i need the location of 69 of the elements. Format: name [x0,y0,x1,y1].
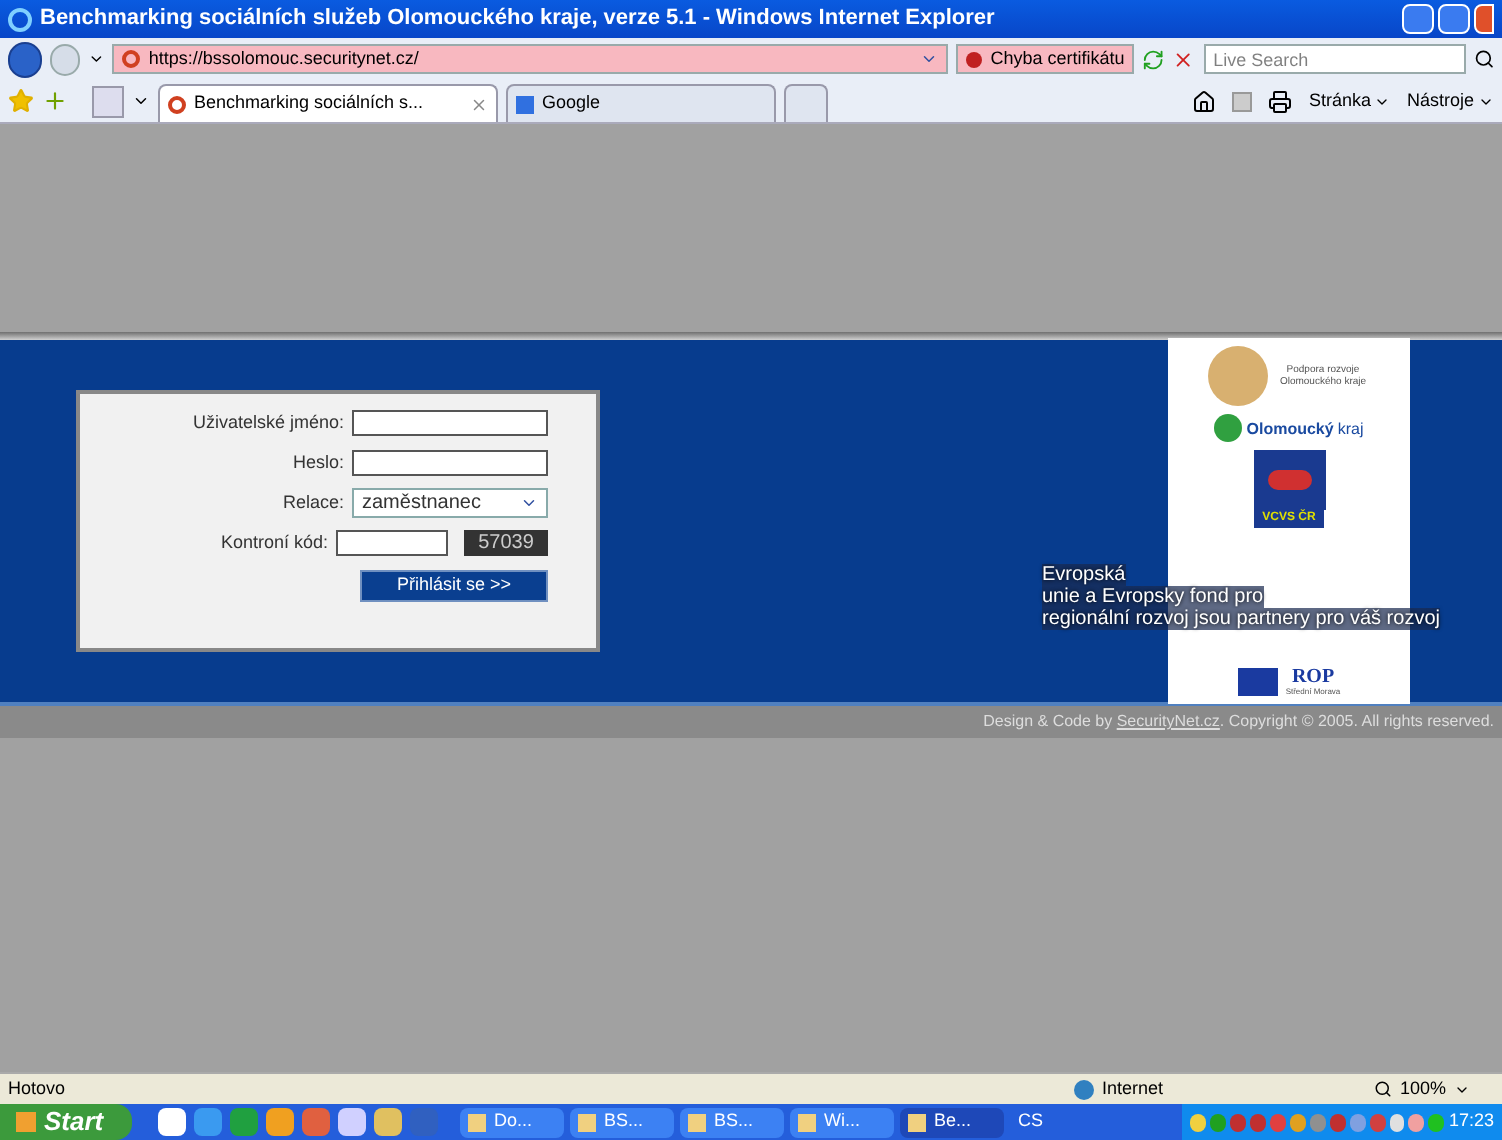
address-text: https://bssolomouc.securitynet.cz/ [148,45,419,72]
taskbar-button[interactable]: Do... [460,1107,564,1137]
taskbar-button[interactable]: Wi... [790,1107,894,1137]
maximize-button[interactable] [1438,4,1470,34]
language-indicator: CS [1018,1108,1044,1135]
start-button[interactable]: Start [0,1104,132,1140]
zoom-button[interactable]: 100% [1374,1075,1494,1103]
map-logo-icon [1253,450,1325,510]
username-field[interactable] [352,410,548,437]
overlay-text: unie a Evropsky fond pro [1042,586,1264,608]
status-text: Hotovo [8,1075,66,1102]
eu-flag-icon [1237,668,1278,696]
captcha-image: 57039 [464,530,548,557]
minimize-button[interactable] [1402,4,1434,34]
field-label: Heslo: [292,449,344,475]
tab-label: Google [542,90,601,117]
copyright-text: Design & Code by SecurityNet.cz. Copyright © 2005. All rights reserved. [983,710,1494,734]
app-icon [468,1113,486,1131]
tab-label: Benchmarking sociálních s... [194,90,424,117]
password-field[interactable] [352,449,548,476]
login-button[interactable]: Přihlásit se >> [360,569,548,601]
quick-launch-icon[interactable] [338,1108,366,1136]
new-tab-button[interactable] [784,84,828,122]
zone-text: Internet [1102,1075,1164,1102]
window-title: Benchmarking sociálních služeb Olomouckého kraje, verze 5.1 - Windows Internet Explorer [40,4,995,35]
close-button[interactable] [1474,4,1494,34]
taskbar-button[interactable]: Be... [900,1107,1004,1137]
certificate-error-button[interactable]: Chyba certifikátu [956,44,1135,74]
refresh-icon[interactable] [1142,47,1165,71]
overlay-text: regionální rozvoj jsou partnery pro váš rozvoj [1042,608,1440,630]
address-field[interactable]: https://bssolomouc.securitynet.cz/ [112,44,949,74]
feeds-icon[interactable] [1232,91,1253,111]
logo-text: kraj [1337,418,1364,442]
menu-button[interactable]: Nástroje [1406,87,1494,115]
quick-launch-icon[interactable] [266,1108,294,1136]
clock: 17:23 [1448,1108,1494,1135]
field-label: Relace: [282,489,344,516]
field-label: Kontroní kód: [220,530,328,556]
logo-text: Olomoucký [1246,418,1334,442]
browser-tab[interactable]: Benchmarking sociálních s... [158,84,498,122]
stop-icon[interactable] [1172,47,1196,71]
dropdown-icon [520,494,538,512]
close-tab-icon[interactable] [470,95,488,113]
field-label: Uživatelské jméno: [192,410,344,436]
captcha-field[interactable] [336,530,448,557]
quick-launch-icon[interactable] [374,1108,402,1136]
dropdown-icon [920,50,939,68]
app-icon [798,1113,816,1131]
app-icon [578,1113,596,1131]
taskbar-button[interactable]: BS... [680,1107,784,1137]
app-icon [688,1113,706,1131]
app-icon [908,1113,926,1131]
print-icon[interactable] [1268,89,1293,113]
session-select[interactable]: zaměstnanec [352,488,548,518]
search-icon[interactable] [1473,48,1494,70]
overlay-text: Evropská [1042,564,1126,586]
quick-launch-icon[interactable] [158,1108,186,1136]
magnifier-icon [1374,1080,1392,1098]
home-icon[interactable] [1192,89,1217,113]
search-field[interactable]: Live Search [1203,44,1466,74]
logo-text: ROP [1291,668,1335,688]
dropdown-icon[interactable] [87,50,105,68]
add-favorite-icon[interactable] [42,88,68,114]
menu-button[interactable]: Stránka [1308,87,1391,115]
back-button[interactable] [8,41,42,77]
taskbar-button[interactable]: BS... [570,1107,674,1137]
star-icon[interactable] [8,88,34,114]
browser-tab[interactable]: Google [506,84,776,122]
dropdown-icon[interactable] [132,92,150,110]
